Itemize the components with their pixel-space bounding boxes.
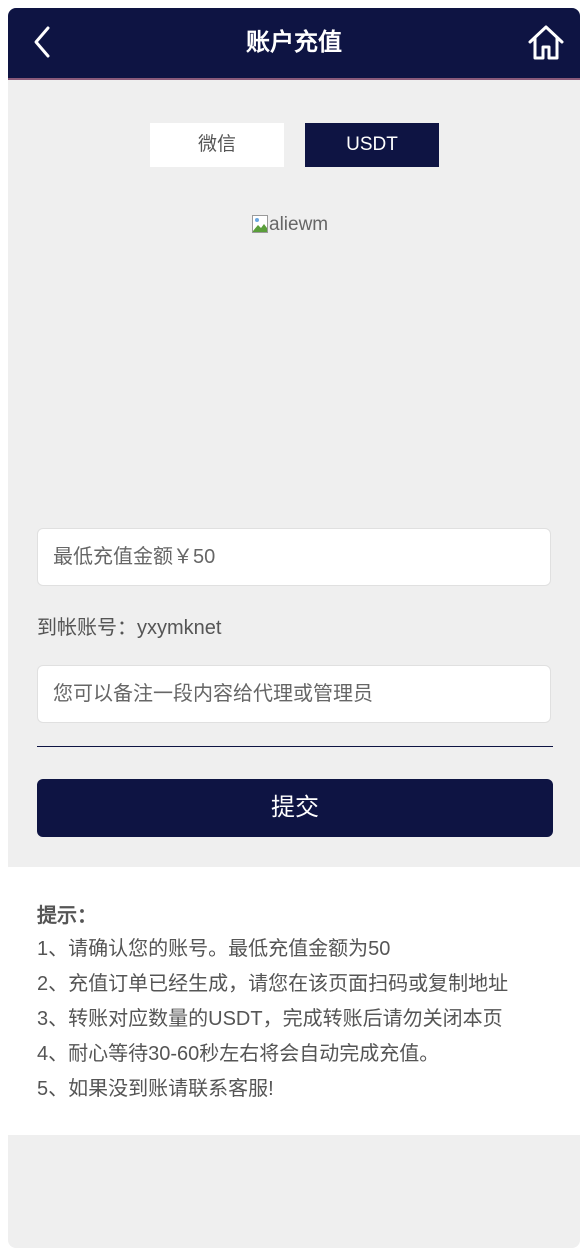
payment-method-tabs: 微信 USDT — [150, 123, 440, 167]
qr-code-image: aliewm — [252, 212, 328, 238]
tip-item: 4、耐心等待30-60秒左右将会自动完成充值。 — [37, 1043, 440, 1065]
amount-input[interactable] — [37, 528, 551, 586]
account-label: 到帐账号： — [37, 617, 137, 639]
account-info: 到帐账号：yxymknet — [37, 614, 221, 642]
submit-button[interactable]: 提交 — [37, 779, 553, 837]
tips-panel: 提示： 1、请确认您的账号。最低充值金额为50 2、充值订单已经生成，请您在该页… — [8, 867, 580, 1135]
tab-wechat[interactable]: 微信 — [150, 123, 284, 167]
tip-item: 3、转账对应数量的USDT，完成转账后请勿关闭本页 — [37, 1008, 503, 1030]
qr-image-alt-text: aliewm — [269, 214, 329, 235]
tips-list: 1、请确认您的账号。最低充值金额为50 2、充值订单已经生成，请您在该页面扫码或… — [37, 932, 508, 1107]
app-header: 账户充值 — [8, 8, 580, 80]
note-input[interactable] — [37, 665, 551, 723]
tip-item: 1、请确认您的账号。最低充值金额为50 — [37, 938, 391, 960]
divider — [37, 746, 553, 747]
page-frame: 账户充值 微信 USDT aliewm 到帐账号：yxymknet 提交 提示：… — [8, 8, 580, 1248]
tip-item: 5、如果没到账请联系客服! — [37, 1078, 274, 1100]
tip-item: 2、充值订单已经生成，请您在该页面扫码或复制地址 — [37, 973, 509, 995]
broken-image-icon — [252, 215, 268, 233]
home-button[interactable] — [526, 22, 566, 62]
tab-usdt[interactable]: USDT — [305, 123, 439, 167]
account-value: yxymknet — [137, 617, 222, 639]
home-icon — [528, 25, 564, 60]
page-title: 账户充值 — [246, 29, 342, 56]
tips-title: 提示： — [37, 905, 97, 927]
